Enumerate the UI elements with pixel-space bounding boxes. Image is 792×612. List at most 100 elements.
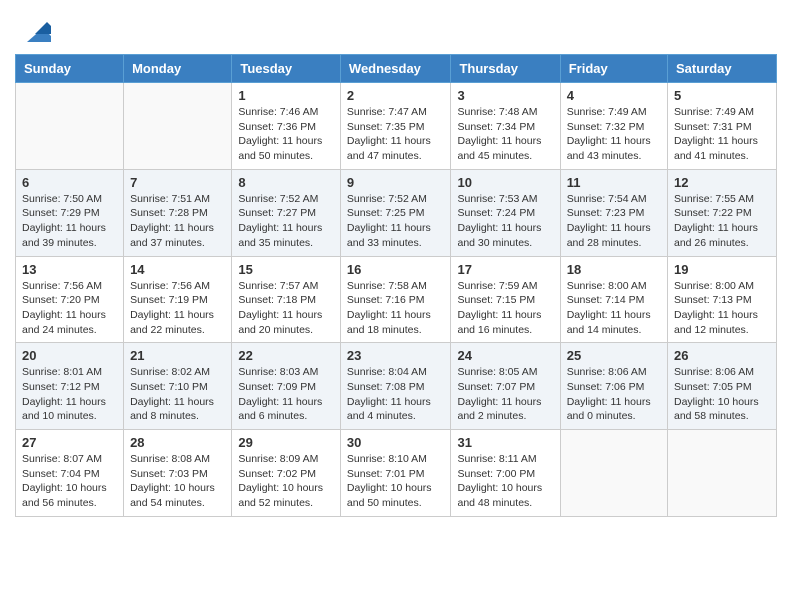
day-number: 27 xyxy=(22,435,117,450)
calendar-cell: 20 Sunrise: 8:01 AM Sunset: 7:12 PM Dayli… xyxy=(16,343,124,430)
day-info: Sunrise: 7:58 AM Sunset: 7:16 PM Dayligh… xyxy=(347,279,445,338)
page-header xyxy=(15,10,777,46)
day-number: 24 xyxy=(457,348,553,363)
day-info: Sunrise: 7:46 AM Sunset: 7:36 PM Dayligh… xyxy=(238,105,334,164)
day-number: 31 xyxy=(457,435,553,450)
day-number: 22 xyxy=(238,348,334,363)
day-info: Sunrise: 8:06 AM Sunset: 7:06 PM Dayligh… xyxy=(567,365,661,424)
calendar-cell xyxy=(560,430,667,517)
day-number: 19 xyxy=(674,262,770,277)
day-number: 1 xyxy=(238,88,334,103)
calendar-cell xyxy=(124,83,232,170)
calendar-cell: 27Sunrise: 8:07 AM Sunset: 7:04 PM Dayli… xyxy=(16,430,124,517)
calendar-cell: 17 Sunrise: 7:59 AM Sunset: 7:15 PM Dayli… xyxy=(451,256,560,343)
calendar-cell: 8 Sunrise: 7:52 AM Sunset: 7:27 PM Daylig… xyxy=(232,169,341,256)
day-number: 25 xyxy=(567,348,661,363)
calendar-cell: 26 Sunrise: 8:06 AM Sunset: 7:05 PM Dayli… xyxy=(668,343,777,430)
calendar-cell: 4 Sunrise: 7:49 AM Sunset: 7:32 PM Daylig… xyxy=(560,83,667,170)
day-number: 30 xyxy=(347,435,445,450)
day-info: Sunrise: 7:55 AM Sunset: 7:22 PM Dayligh… xyxy=(674,192,770,251)
logo-icon xyxy=(19,14,51,46)
calendar-week-4: 20 Sunrise: 8:01 AM Sunset: 7:12 PM Dayli… xyxy=(16,343,777,430)
header-wednesday: Wednesday xyxy=(340,55,451,83)
calendar-cell: 24 Sunrise: 8:05 AM Sunset: 7:07 PM Dayli… xyxy=(451,343,560,430)
calendar-cell: 9Sunrise: 7:52 AM Sunset: 7:25 PM Daylig… xyxy=(340,169,451,256)
day-info: Sunrise: 7:49 AM Sunset: 7:32 PM Dayligh… xyxy=(567,105,661,164)
day-number: 10 xyxy=(457,175,553,190)
day-info: Sunrise: 7:50 AM Sunset: 7:29 PM Dayligh… xyxy=(22,192,117,251)
day-number: 23 xyxy=(347,348,445,363)
day-number: 2 xyxy=(347,88,445,103)
day-number: 3 xyxy=(457,88,553,103)
day-info: Sunrise: 8:11 AM Sunset: 7:00 PM Dayligh… xyxy=(457,452,553,511)
day-info: Sunrise: 8:00 AM Sunset: 7:14 PM Dayligh… xyxy=(567,279,661,338)
day-number: 5 xyxy=(674,88,770,103)
calendar-cell xyxy=(668,430,777,517)
calendar-cell: 2 Sunrise: 7:47 AM Sunset: 7:35 PM Daylig… xyxy=(340,83,451,170)
calendar-cell: 16 Sunrise: 7:58 AM Sunset: 7:16 PM Dayli… xyxy=(340,256,451,343)
day-info: Sunrise: 8:09 AM Sunset: 7:02 PM Dayligh… xyxy=(238,452,334,511)
day-number: 12 xyxy=(674,175,770,190)
day-number: 15 xyxy=(238,262,334,277)
day-number: 20 xyxy=(22,348,117,363)
day-info: Sunrise: 7:56 AM Sunset: 7:20 PM Dayligh… xyxy=(22,279,117,338)
day-info: Sunrise: 7:52 AM Sunset: 7:25 PM Dayligh… xyxy=(347,192,445,251)
day-info: Sunrise: 7:51 AM Sunset: 7:28 PM Dayligh… xyxy=(130,192,225,251)
calendar-cell: 6Sunrise: 7:50 AM Sunset: 7:29 PM Daylig… xyxy=(16,169,124,256)
day-number: 8 xyxy=(238,175,334,190)
calendar-header-row: SundayMondayTuesdayWednesdayThursdayFrid… xyxy=(16,55,777,83)
calendar-cell: 25 Sunrise: 8:06 AM Sunset: 7:06 PM Dayli… xyxy=(560,343,667,430)
calendar-cell: 15 Sunrise: 7:57 AM Sunset: 7:18 PM Dayli… xyxy=(232,256,341,343)
calendar-cell: 10 Sunrise: 7:53 AM Sunset: 7:24 PM Dayli… xyxy=(451,169,560,256)
day-info: Sunrise: 7:49 AM Sunset: 7:31 PM Dayligh… xyxy=(674,105,770,164)
day-info: Sunrise: 8:04 AM Sunset: 7:08 PM Dayligh… xyxy=(347,365,445,424)
header-sunday: Sunday xyxy=(16,55,124,83)
header-tuesday: Tuesday xyxy=(232,55,341,83)
day-info: Sunrise: 8:01 AM Sunset: 7:12 PM Dayligh… xyxy=(22,365,117,424)
day-info: Sunrise: 8:06 AM Sunset: 7:05 PM Dayligh… xyxy=(674,365,770,424)
header-saturday: Saturday xyxy=(668,55,777,83)
day-number: 26 xyxy=(674,348,770,363)
day-number: 7 xyxy=(130,175,225,190)
day-info: Sunrise: 7:47 AM Sunset: 7:35 PM Dayligh… xyxy=(347,105,445,164)
day-number: 11 xyxy=(567,175,661,190)
day-info: Sunrise: 8:02 AM Sunset: 7:10 PM Dayligh… xyxy=(130,365,225,424)
header-friday: Friday xyxy=(560,55,667,83)
calendar-week-1: 1 Sunrise: 7:46 AM Sunset: 7:36 PM Daylig… xyxy=(16,83,777,170)
day-info: Sunrise: 7:56 AM Sunset: 7:19 PM Dayligh… xyxy=(130,279,225,338)
day-info: Sunrise: 8:08 AM Sunset: 7:03 PM Dayligh… xyxy=(130,452,225,511)
day-number: 28 xyxy=(130,435,225,450)
day-info: Sunrise: 8:03 AM Sunset: 7:09 PM Dayligh… xyxy=(238,365,334,424)
calendar-cell: 21Sunrise: 8:02 AM Sunset: 7:10 PM Dayli… xyxy=(124,343,232,430)
calendar-week-3: 13 Sunrise: 7:56 AM Sunset: 7:20 PM Dayli… xyxy=(16,256,777,343)
day-number: 17 xyxy=(457,262,553,277)
day-number: 4 xyxy=(567,88,661,103)
day-info: Sunrise: 8:05 AM Sunset: 7:07 PM Dayligh… xyxy=(457,365,553,424)
day-number: 13 xyxy=(22,262,117,277)
calendar-cell: 5 Sunrise: 7:49 AM Sunset: 7:31 PM Daylig… xyxy=(668,83,777,170)
day-info: Sunrise: 7:52 AM Sunset: 7:27 PM Dayligh… xyxy=(238,192,334,251)
calendar-cell: 13 Sunrise: 7:56 AM Sunset: 7:20 PM Dayli… xyxy=(16,256,124,343)
calendar-cell: 31 Sunrise: 8:11 AM Sunset: 7:00 PM Dayli… xyxy=(451,430,560,517)
calendar-cell: 1 Sunrise: 7:46 AM Sunset: 7:36 PM Daylig… xyxy=(232,83,341,170)
day-number: 16 xyxy=(347,262,445,277)
day-info: Sunrise: 7:57 AM Sunset: 7:18 PM Dayligh… xyxy=(238,279,334,338)
logo xyxy=(15,14,51,46)
calendar-week-5: 27Sunrise: 8:07 AM Sunset: 7:04 PM Dayli… xyxy=(16,430,777,517)
calendar-cell: 29 Sunrise: 8:09 AM Sunset: 7:02 PM Dayli… xyxy=(232,430,341,517)
calendar-cell: 28 Sunrise: 8:08 AM Sunset: 7:03 PM Dayli… xyxy=(124,430,232,517)
day-info: Sunrise: 7:53 AM Sunset: 7:24 PM Dayligh… xyxy=(457,192,553,251)
calendar-cell: 11 Sunrise: 7:54 AM Sunset: 7:23 PM Dayli… xyxy=(560,169,667,256)
header-monday: Monday xyxy=(124,55,232,83)
day-info: Sunrise: 7:54 AM Sunset: 7:23 PM Dayligh… xyxy=(567,192,661,251)
calendar-cell: 23 Sunrise: 8:04 AM Sunset: 7:08 PM Dayli… xyxy=(340,343,451,430)
calendar-cell: 30 Sunrise: 8:10 AM Sunset: 7:01 PM Dayli… xyxy=(340,430,451,517)
day-number: 29 xyxy=(238,435,334,450)
day-info: Sunrise: 7:59 AM Sunset: 7:15 PM Dayligh… xyxy=(457,279,553,338)
calendar-cell: 3 Sunrise: 7:48 AM Sunset: 7:34 PM Daylig… xyxy=(451,83,560,170)
day-info: Sunrise: 8:00 AM Sunset: 7:13 PM Dayligh… xyxy=(674,279,770,338)
day-info: Sunrise: 8:10 AM Sunset: 7:01 PM Dayligh… xyxy=(347,452,445,511)
day-info: Sunrise: 7:48 AM Sunset: 7:34 PM Dayligh… xyxy=(457,105,553,164)
header-thursday: Thursday xyxy=(451,55,560,83)
calendar-cell: 7 Sunrise: 7:51 AM Sunset: 7:28 PM Daylig… xyxy=(124,169,232,256)
